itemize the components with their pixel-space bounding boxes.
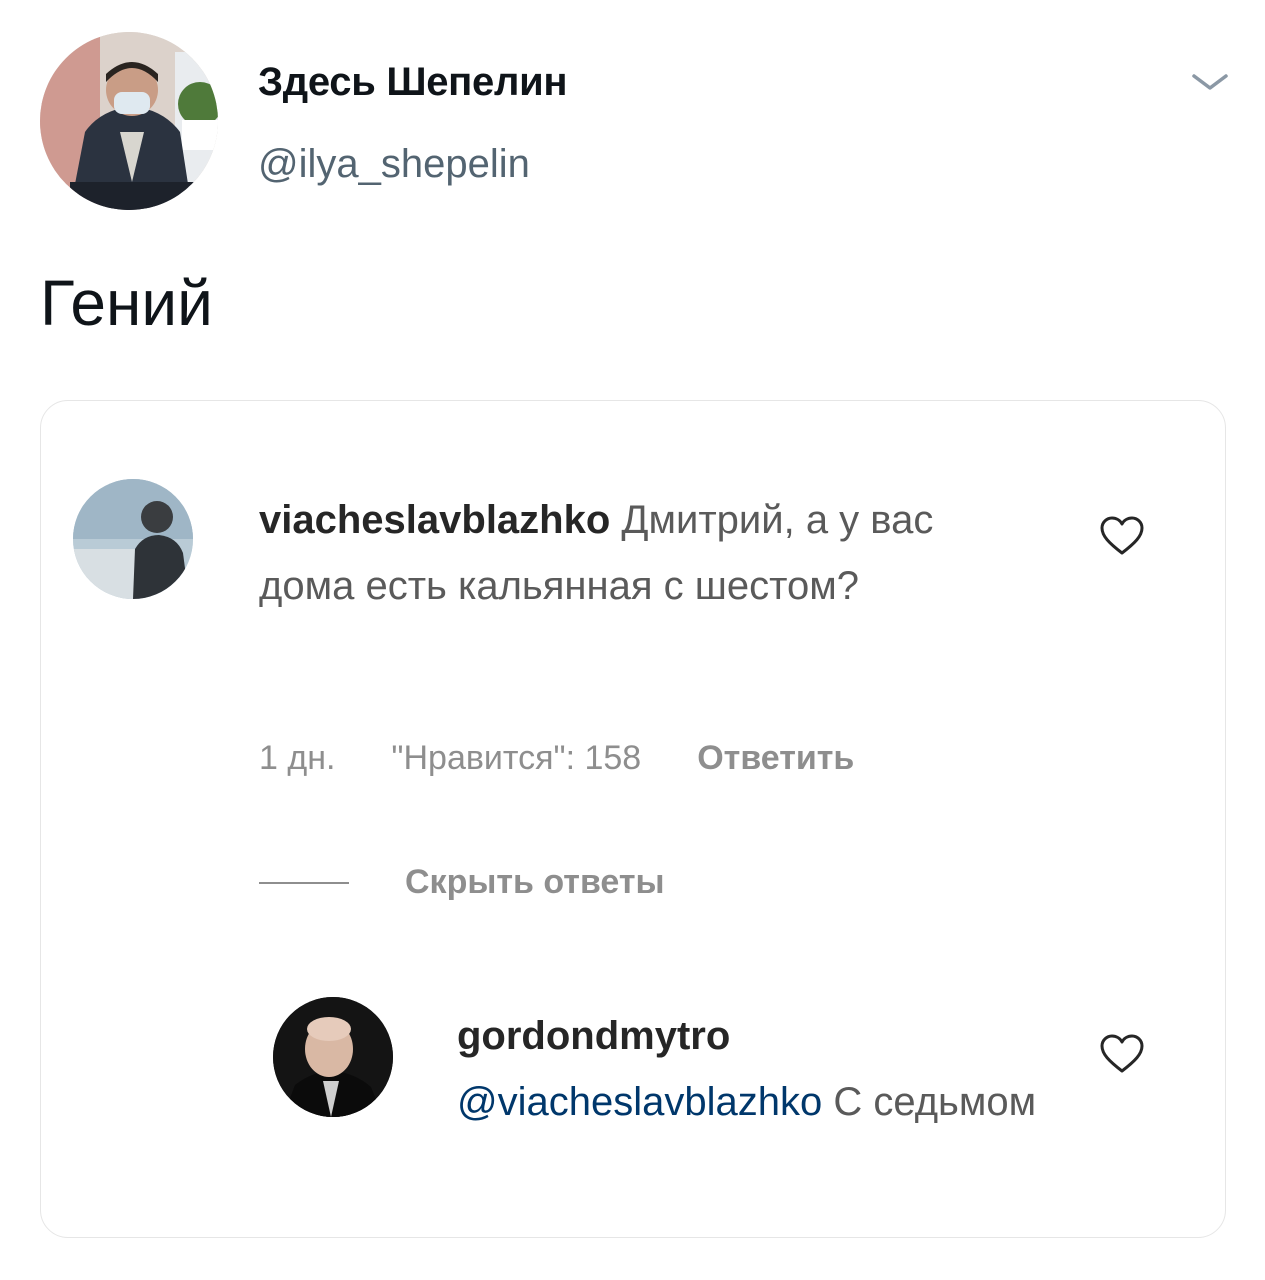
chevron-down-icon[interactable] (1188, 68, 1232, 96)
comment-username[interactable]: viacheslavblazhko (259, 498, 610, 542)
hide-replies-label: Скрыть ответы (405, 863, 665, 901)
commenter-avatar-image (73, 479, 193, 599)
comment-body: viacheslavblazhko Дмитрий, а у вас дома … (259, 487, 1039, 619)
reply-mention[interactable]: @viacheslavblazhko (457, 1080, 822, 1124)
reply-username[interactable]: gordondmytro (457, 1003, 1097, 1069)
author-display-name[interactable]: Здесь Шепелин (258, 60, 568, 105)
reply-author-avatar-image (273, 997, 393, 1117)
reply-button[interactable]: Ответить (697, 739, 854, 778)
reply-text: С седьмом (822, 1080, 1037, 1124)
reply-body: gordondmytro @viacheslavblazhko С седьмо… (457, 1003, 1097, 1135)
embedded-image-card[interactable]: viacheslavblazhko Дмитрий, а у вас дома … (40, 400, 1226, 1238)
heart-icon[interactable] (1099, 1033, 1145, 1075)
author-avatar-image (40, 32, 218, 210)
author-avatar[interactable] (40, 32, 218, 210)
comment-meta: 1 дн. "Нравится": 158 Ответить (259, 739, 854, 778)
hide-replies-button[interactable]: Скрыть ответы (259, 863, 665, 902)
author-handle[interactable]: @ilya_shepelin (258, 142, 530, 187)
reply-author-avatar[interactable] (273, 997, 393, 1117)
tweet-text: Гений (40, 267, 213, 339)
comment-time: 1 дн. (259, 739, 336, 777)
heart-icon[interactable] (1099, 515, 1145, 557)
hide-replies-divider (259, 881, 349, 884)
comment-likes[interactable]: "Нравится": 158 (391, 739, 641, 778)
commenter-avatar[interactable] (73, 479, 193, 599)
